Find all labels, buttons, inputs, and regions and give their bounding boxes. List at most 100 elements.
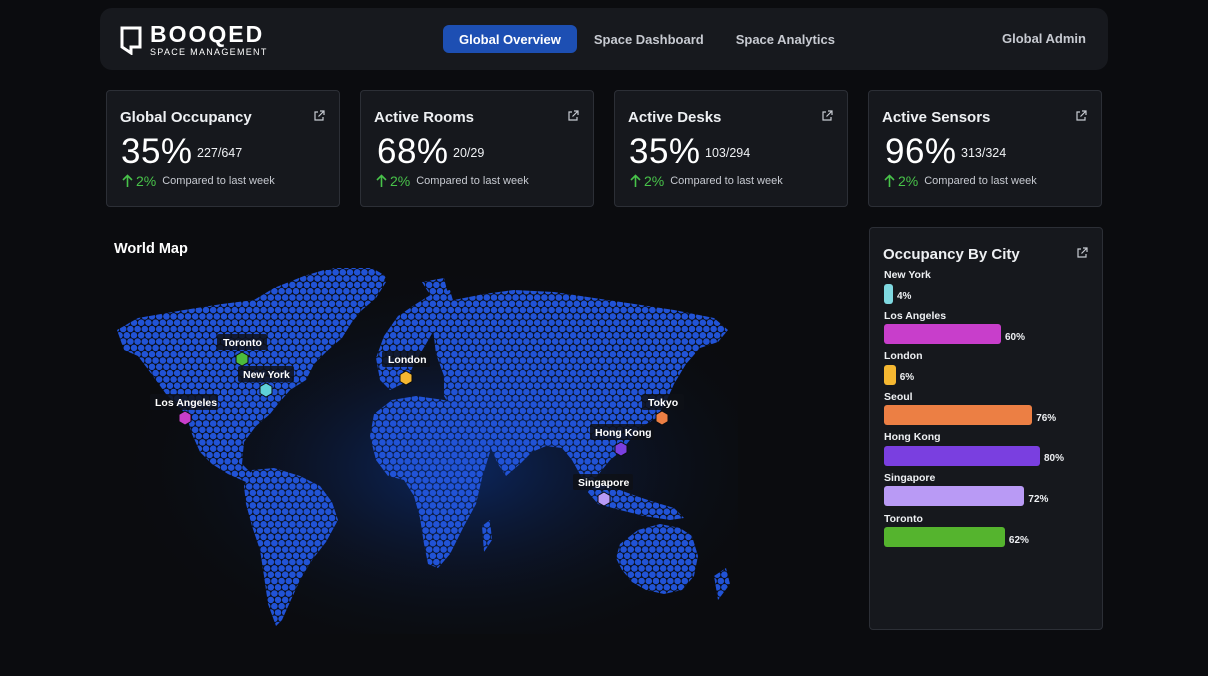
map-dot (436, 426, 444, 434)
map-dot (667, 363, 674, 371)
map-dot (209, 382, 217, 389)
map-dot (292, 287, 300, 295)
map-dot (281, 558, 289, 566)
world-map[interactable]: Toronto New York Los Angeles London Toky (114, 264, 738, 634)
map-dot (425, 508, 433, 515)
tab-space-dashboard[interactable]: Space Dashboard (578, 25, 720, 53)
map-dot (609, 376, 617, 383)
external-link-icon[interactable] (821, 110, 833, 122)
map-dot (641, 546, 649, 553)
map-dot (497, 319, 505, 326)
tab-global-overview[interactable]: Global Overview (443, 25, 577, 53)
map-dot (559, 338, 566, 345)
map-dot (544, 426, 552, 434)
map-dot (400, 401, 408, 408)
map-dot (649, 357, 656, 364)
map-dot (263, 539, 271, 547)
map-dot (505, 294, 512, 301)
map-dot (371, 287, 379, 295)
map-dot (447, 483, 455, 490)
map-dot (227, 313, 235, 320)
map-dot (598, 395, 606, 402)
map-dot (523, 300, 530, 308)
map-dot (645, 363, 653, 371)
map-dot (382, 432, 390, 440)
map-dot (285, 338, 293, 345)
map-dot (515, 376, 523, 383)
map-dot (307, 539, 314, 547)
map-dot (173, 319, 181, 326)
map-dot (310, 306, 318, 314)
map-dot (634, 546, 642, 553)
map-dot (605, 382, 613, 389)
map-dot (497, 458, 505, 465)
map-dot (519, 306, 527, 314)
map-dot (584, 344, 591, 352)
map-dot (166, 369, 174, 377)
map-dot (328, 325, 336, 333)
kpi-card-global-occupancy: Global Occupancy 35% 227/647 2% Compared… (106, 90, 340, 207)
map-dot (645, 552, 653, 560)
map-dot (580, 413, 588, 421)
map-dot (235, 325, 242, 333)
map-dot (285, 514, 293, 522)
map-dot (440, 470, 447, 478)
map-dot (292, 539, 300, 547)
map-dot (548, 382, 555, 389)
map-dot (422, 489, 429, 497)
map-dot (598, 319, 606, 326)
map-dot (184, 363, 192, 371)
map-dot (249, 325, 257, 333)
map-dot (231, 319, 239, 326)
map-dot (433, 407, 440, 415)
map-dot (677, 357, 685, 364)
card-trend: 2% Compared to last week (884, 173, 1037, 189)
map-dot (188, 369, 195, 377)
map-dot (613, 332, 620, 339)
external-link-icon[interactable] (1075, 110, 1087, 122)
map-dot (605, 407, 613, 415)
map-dot (411, 344, 419, 352)
map-dot (663, 369, 671, 377)
map-dot (274, 483, 282, 490)
map-dot (641, 306, 649, 314)
map-dot (577, 357, 584, 364)
user-menu-global-admin[interactable]: Global Admin (1002, 31, 1086, 46)
logo[interactable]: BOOQED SPACE MANAGEMENT (120, 23, 268, 57)
map-dot (595, 464, 602, 471)
map-dot (458, 451, 465, 459)
map-dot (613, 306, 620, 314)
map-dot (440, 533, 447, 541)
map-dot (299, 338, 307, 345)
map-dot (541, 395, 548, 402)
map-dot (213, 413, 221, 421)
map-dot (602, 350, 609, 358)
map-dot (530, 439, 537, 446)
map-dot (562, 294, 570, 301)
map-dot (343, 287, 350, 295)
map-dot (397, 432, 404, 440)
map-dot (206, 413, 213, 421)
map-dot (652, 539, 660, 547)
map-dot (429, 539, 437, 547)
map-dot (289, 319, 296, 326)
map-dot (508, 338, 516, 345)
external-link-icon[interactable] (313, 110, 325, 122)
map-dot (638, 502, 645, 509)
map-dot (641, 382, 649, 389)
map-dot (483, 332, 491, 339)
map-dot (299, 489, 307, 497)
map-dot (224, 407, 231, 415)
map-dot (663, 584, 671, 591)
map-dot (692, 344, 699, 352)
map-dot (717, 577, 725, 585)
tab-space-analytics[interactable]: Space Analytics (720, 25, 851, 53)
map-dot (235, 413, 242, 421)
map-dot (580, 451, 588, 459)
map-dot (656, 508, 663, 515)
external-link-icon[interactable] (567, 110, 579, 122)
map-dot (371, 426, 379, 434)
map-dot (573, 388, 581, 396)
map-dot (670, 332, 678, 339)
map-dot (497, 395, 505, 402)
